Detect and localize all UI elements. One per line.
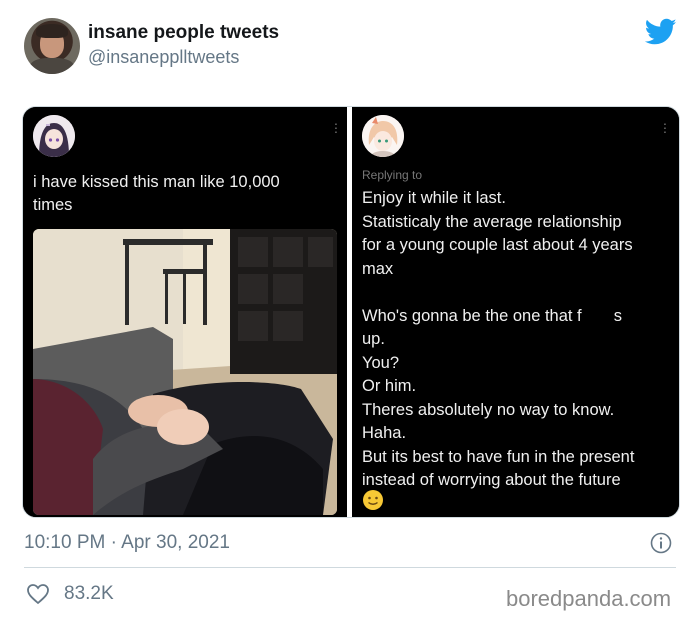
reply-line: for a young couple last about 4 years bbox=[362, 236, 633, 254]
poster-avatar bbox=[33, 115, 75, 157]
tweet-header: insane people tweets @insanepplltweets bbox=[0, 0, 700, 100]
reply-line: Theres absolutely no way to know. bbox=[362, 400, 615, 419]
right-post-text: Enjoy it while it last. Statisticaly the… bbox=[362, 187, 674, 493]
twitter-bird-icon[interactable] bbox=[645, 18, 677, 46]
reply-line: You? bbox=[362, 353, 400, 372]
right-screenshot-panel: · · · Replying to Enjoy it while it last. … bbox=[352, 107, 679, 517]
reply-line: Or him. bbox=[362, 377, 417, 395]
left-post-text: i have kissed this man like 10,000 times bbox=[33, 171, 333, 217]
reply-line: max bbox=[362, 259, 394, 278]
author-avatar[interactable] bbox=[24, 18, 80, 74]
couple-photo bbox=[33, 229, 337, 515]
reply-line: Statisticaly the average relationship bbox=[362, 212, 622, 231]
reply-line: instead of worrying about the future bbox=[362, 471, 621, 489]
author-handle[interactable]: @insanepplltweets bbox=[88, 47, 239, 68]
vertical-dots-icon[interactable]: · · · bbox=[333, 116, 339, 138]
reply-line: Enjoy it while it last. bbox=[362, 189, 506, 207]
left-post-line: times bbox=[33, 196, 73, 214]
heart-icon[interactable] bbox=[26, 583, 50, 605]
reply-line-blank bbox=[362, 281, 674, 305]
reply-line: Haha. bbox=[362, 424, 407, 442]
left-screenshot-panel: · · · i have kissed this man like 10,000 t… bbox=[23, 107, 347, 517]
smile-emoji-icon bbox=[363, 490, 383, 510]
author-name[interactable]: insane people tweets bbox=[88, 22, 279, 44]
tweet-timestamp[interactable]: 10:10 PM · Apr 30, 2021 bbox=[24, 532, 230, 554]
divider-line bbox=[24, 567, 676, 568]
reply-line: But its best to have fun in the present bbox=[362, 447, 635, 466]
replier-avatar bbox=[362, 115, 404, 157]
like-count[interactable]: 83.2K bbox=[64, 583, 114, 605]
reply-line: up. bbox=[362, 330, 385, 348]
replying-to-label: Replying to bbox=[362, 168, 423, 182]
left-post-line: i have kissed this man like 10,000 bbox=[33, 173, 280, 191]
tweet-image[interactable]: · · · i have kissed this man like 10,000 t… bbox=[22, 106, 680, 518]
vertical-dots-icon[interactable]: · · · bbox=[662, 116, 668, 138]
watermark: boredpanda.com bbox=[506, 586, 672, 611]
info-icon[interactable] bbox=[650, 532, 672, 554]
reply-line: Who's gonna be the one that f s bbox=[362, 306, 622, 325]
